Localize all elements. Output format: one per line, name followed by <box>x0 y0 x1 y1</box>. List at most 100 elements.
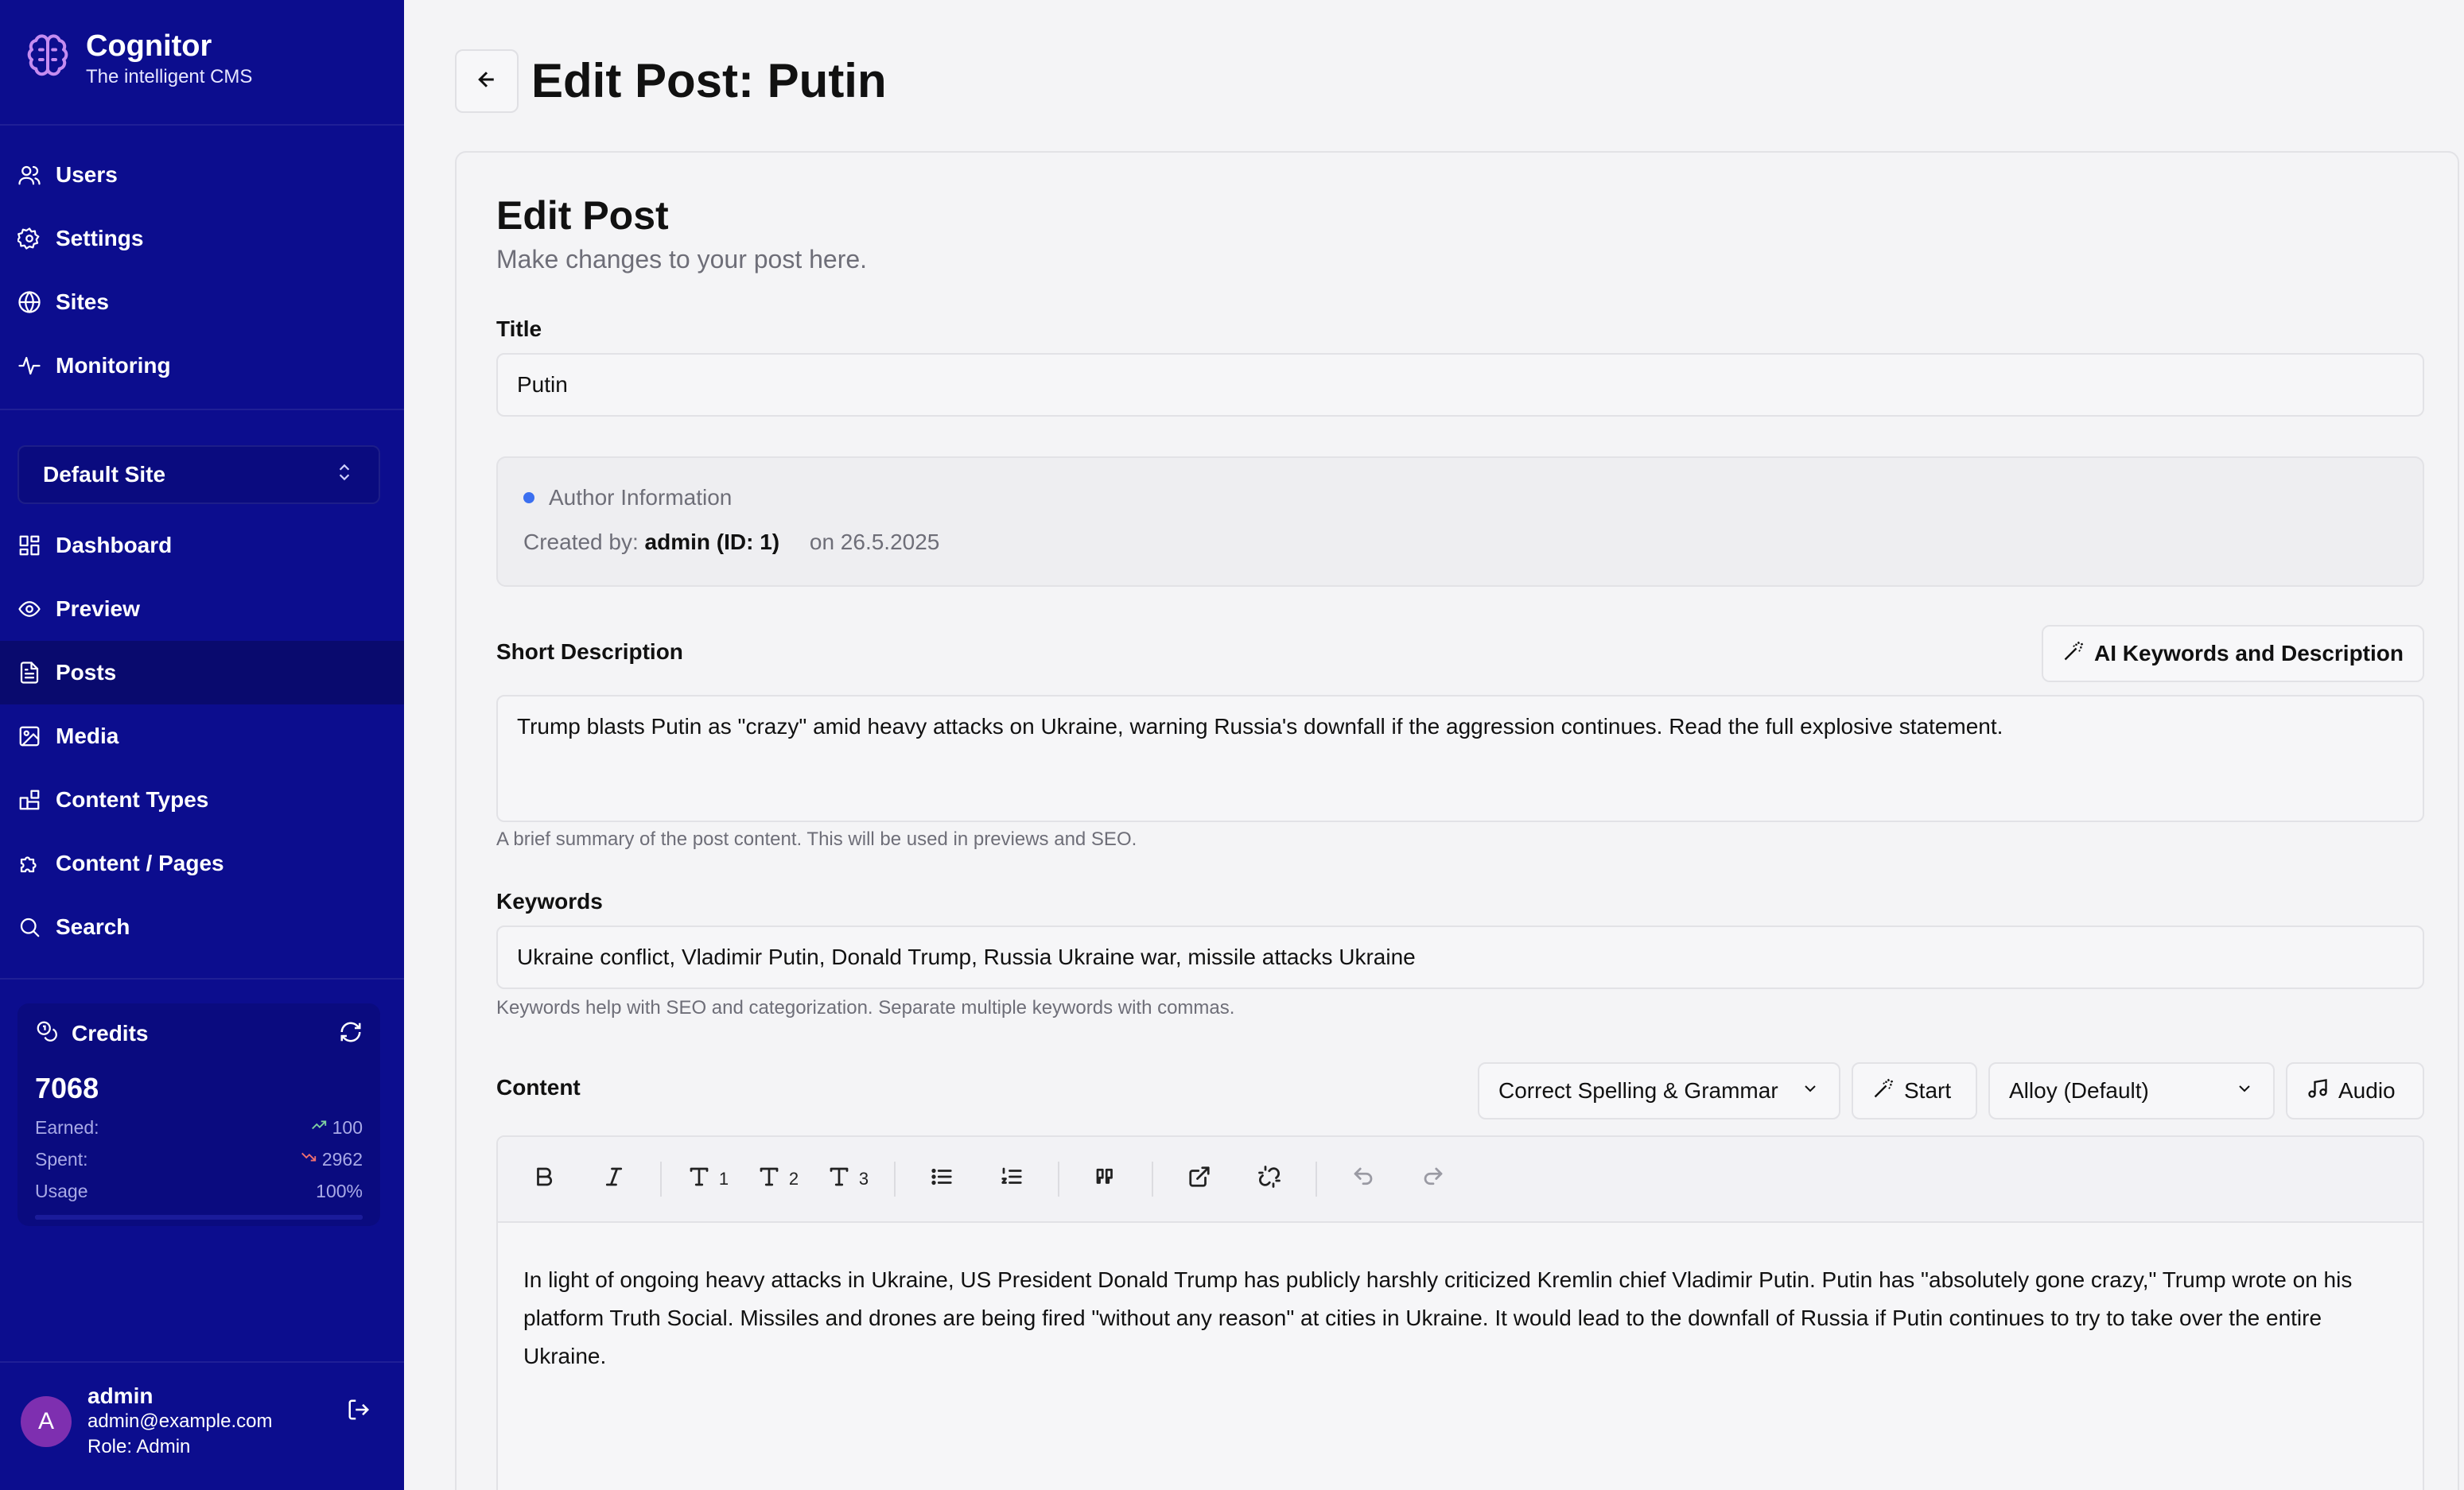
keywords-input[interactable]: Ukraine conflict, Vladimir Putin, Donald… <box>496 925 2424 989</box>
heading-1-level: 1 <box>718 1169 729 1189</box>
heading-1-button[interactable]: 1 <box>684 1155 732 1203</box>
user-profile: A admin admin@example.com Role: Admin <box>21 1383 371 1460</box>
earned-label: Earned: <box>35 1116 99 1138</box>
short-description-textarea[interactable]: Trump blasts Putin as "crazy" amid heavy… <box>496 695 2424 822</box>
unlink-icon <box>1257 1165 1281 1194</box>
divider <box>0 978 404 980</box>
sidebar-item-monitoring[interactable]: Monitoring <box>0 334 404 398</box>
sidebar-item-sites[interactable]: Sites <box>0 270 404 334</box>
unlink-button[interactable] <box>1246 1155 1293 1203</box>
heading-2-button[interactable]: 2 <box>754 1155 802 1203</box>
title-input[interactable]: Putin <box>496 353 2424 417</box>
sidebar-item-label: Monitoring <box>56 353 171 378</box>
card-subtitle: Make changes to your post here. <box>496 245 868 274</box>
avatar[interactable]: A <box>21 1396 72 1447</box>
usage-label: Usage <box>35 1180 88 1201</box>
ai-action-select-value: Correct Spelling & Grammar <box>1498 1078 1778 1103</box>
heading-2-level: 2 <box>788 1169 799 1189</box>
italic-button[interactable] <box>590 1155 638 1203</box>
sidebar-item-preview[interactable]: Preview <box>0 577 404 641</box>
heading-icon <box>827 1165 851 1194</box>
editor-toolbar: 1 2 3 <box>498 1137 2423 1223</box>
sidebar-item-label: Users <box>56 162 118 187</box>
chevron-down-icon <box>2229 1078 2254 1104</box>
voice-select[interactable]: Alloy (Default) <box>1988 1062 2275 1119</box>
sidebar-item-label: Search <box>56 914 130 939</box>
back-button[interactable] <box>455 49 519 113</box>
heading-icon <box>687 1165 711 1194</box>
arrow-left-icon <box>475 68 499 95</box>
sidebar-item-label: Posts <box>56 660 117 685</box>
image-icon <box>17 724 41 748</box>
sidebar-item-search[interactable]: Search <box>0 895 404 959</box>
gear-icon <box>17 227 41 250</box>
bold-button[interactable] <box>520 1155 568 1203</box>
quote-icon <box>1094 1165 1117 1194</box>
editor-content[interactable]: In light of ongoing heavy attacks in Ukr… <box>523 1261 2408 1376</box>
credits-card: Credits 7068 Earned: 100 Spent: 2962 Usa… <box>17 1003 380 1226</box>
trending-down-icon <box>300 1148 322 1170</box>
author-info-box: Author Information Created by: admin (ID… <box>496 456 2424 587</box>
sidebar-item-content-pages[interactable]: Content / Pages <box>0 832 404 895</box>
sidebar-item-content-types[interactable]: Content Types <box>0 768 404 832</box>
blockquote-button[interactable] <box>1082 1155 1129 1203</box>
brand-subtitle: The intelligent CMS <box>86 66 253 87</box>
divider <box>0 1361 404 1363</box>
short-description-label: Short Description <box>496 639 683 664</box>
sidebar-item-label: Dashboard <box>56 533 173 557</box>
trending-up-icon <box>310 1116 332 1139</box>
start-button[interactable]: Start <box>1852 1062 1977 1119</box>
heading-3-level: 3 <box>858 1169 869 1189</box>
user-role: Role: Admin <box>87 1436 191 1457</box>
credits-value: 7068 <box>35 1072 99 1104</box>
sidebar-item-media[interactable]: Media <box>0 704 404 768</box>
card-title: Edit Post <box>496 193 669 238</box>
bold-icon <box>532 1165 556 1194</box>
credits-title: Credits <box>72 1021 149 1046</box>
edit-post-card: Edit Post Make changes to your post here… <box>455 151 2459 1490</box>
audio-button[interactable]: Audio <box>2286 1062 2424 1119</box>
sidebar-item-label: Settings <box>56 226 144 250</box>
sidebar-item-users[interactable]: Users <box>0 143 404 207</box>
ordered-list-button[interactable] <box>988 1155 1036 1203</box>
author-heading: Author Information <box>549 485 733 510</box>
sidebar-item-label: Media <box>56 724 119 748</box>
refresh-icon[interactable] <box>339 1020 363 1048</box>
insert-link-button[interactable] <box>1176 1155 1223 1203</box>
activity-icon <box>17 354 41 378</box>
heading-3-button[interactable]: 3 <box>824 1155 872 1203</box>
document-icon <box>17 661 41 685</box>
divider <box>0 409 404 410</box>
ai-keywords-button[interactable]: AI Keywords and Description <box>2042 625 2424 682</box>
user-email: admin@example.com <box>87 1410 273 1432</box>
divider <box>0 124 404 126</box>
ordered-list-icon <box>1000 1165 1024 1194</box>
content-label: Content <box>496 1075 581 1100</box>
sidebar-item-posts[interactable]: Posts <box>0 641 404 704</box>
undo-button[interactable] <box>1339 1155 1387 1203</box>
sidebar-item-dashboard[interactable]: Dashboard <box>0 514 404 577</box>
sidebar-item-label: Content Types <box>56 787 209 812</box>
users-icon <box>17 163 41 187</box>
puzzle-icon <box>17 852 41 875</box>
ai-action-select[interactable]: Correct Spelling & Grammar <box>1478 1062 1840 1119</box>
content-editor[interactable]: 1 2 3 In light of ongoing heavy attacks … <box>496 1135 2424 1490</box>
site-select[interactable]: Default Site <box>17 445 380 504</box>
redo-button[interactable] <box>1409 1155 1457 1203</box>
user-name: admin <box>87 1383 154 1408</box>
created-by-value: admin (ID: 1) <box>644 530 780 554</box>
sidebar-item-settings[interactable]: Settings <box>0 207 404 270</box>
brand[interactable]: Cognitor The intelligent CMS <box>24 29 252 89</box>
bullet-list-button[interactable] <box>918 1155 966 1203</box>
created-on: on 26.5.2025 <box>809 530 940 554</box>
sidebar-item-label: Content / Pages <box>56 851 224 875</box>
chevrons-up-down-icon <box>334 462 355 488</box>
title-label: Title <box>496 316 542 341</box>
globe-icon <box>17 290 41 314</box>
logout-icon[interactable] <box>347 1398 371 1426</box>
voice-select-value: Alloy (Default) <box>2009 1078 2149 1103</box>
toolbar-separator <box>1152 1162 1153 1197</box>
spent-label: Spent: <box>35 1148 88 1170</box>
keywords-label: Keywords <box>496 889 603 914</box>
usage-progress-fill <box>35 1215 363 1220</box>
